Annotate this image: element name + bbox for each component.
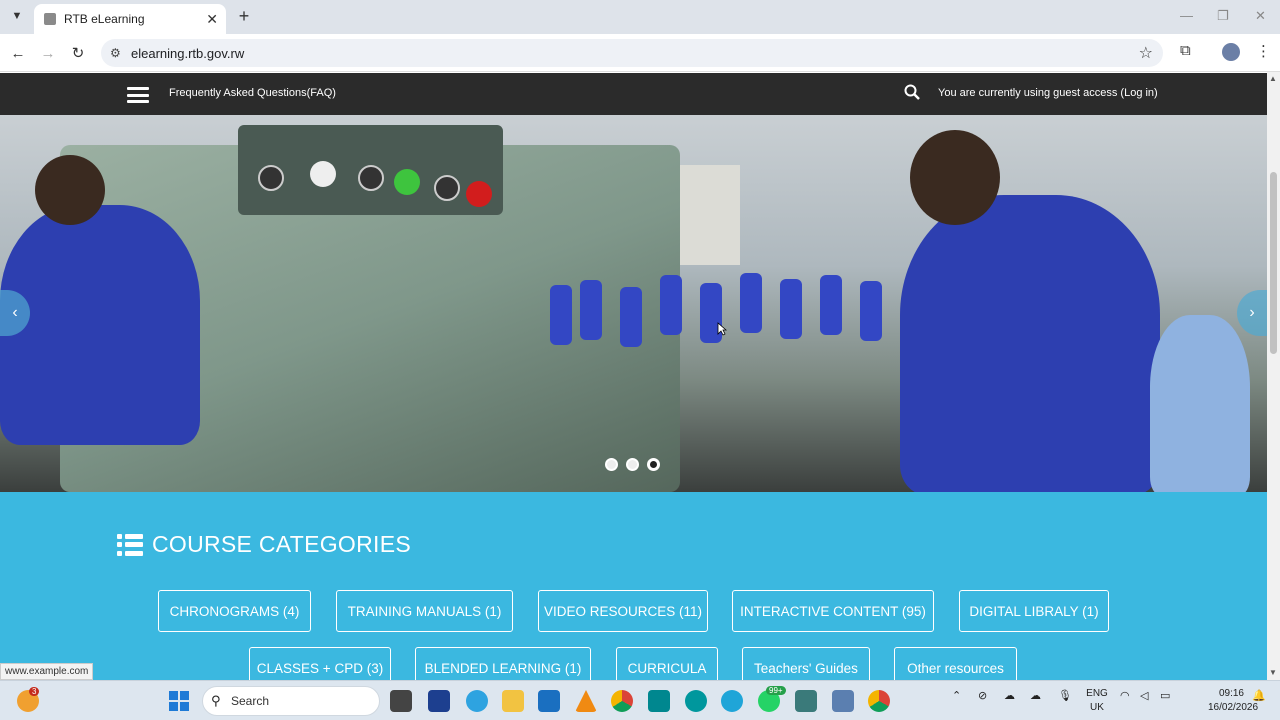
chrome-icon[interactable]: [611, 690, 633, 712]
edge-icon[interactable]: [466, 690, 488, 712]
instructor-image: [1150, 315, 1250, 492]
notification-badge: 3: [29, 687, 40, 696]
region-code: UK: [1090, 702, 1104, 713]
browser-toolbar: ← → ↻ ⚙ elearning.rtb.gov.rw ☆ ⧉ ⋮: [0, 34, 1280, 72]
site-info-icon[interactable]: ⚙: [110, 46, 121, 60]
system-clock[interactable]: 09:16 16/02/2026: [1208, 687, 1259, 715]
category-button-training-manuals[interactable]: TRAINING MANUALS (1): [336, 590, 513, 632]
address-bar[interactable]: ⚙ elearning.rtb.gov.rw ☆: [101, 39, 1163, 67]
outlook-icon[interactable]: [538, 690, 560, 712]
carousel-next-icon[interactable]: ›: [1237, 290, 1267, 336]
category-button-classes-cpd[interactable]: CLASSES + CPD (3): [249, 647, 391, 680]
category-button-curricula[interactable]: CURRICULA: [616, 647, 718, 680]
vlc-icon[interactable]: [575, 690, 597, 712]
taskbar-search-label: Search: [231, 694, 270, 708]
search-icon: ⚲: [211, 693, 221, 708]
course-categories-heading: COURSE CATEGORIES: [117, 531, 411, 558]
windows-taskbar: 3 ⚲ Search 99+ ⌃ ⊘ ☁ ☁ 🎙 ENG UK ◠ ◁ ▭ 09…: [0, 680, 1280, 720]
carousel-dot-2[interactable]: [626, 458, 639, 471]
clock-time: 09:16: [1218, 688, 1244, 699]
bookmark-star-icon[interactable]: ☆: [1139, 43, 1153, 63]
scroll-up-icon[interactable]: ▲: [1269, 74, 1277, 83]
profile-avatar[interactable]: [1222, 43, 1240, 61]
category-button-other-resources[interactable]: Other resources: [894, 647, 1017, 680]
search-icon[interactable]: [904, 84, 920, 105]
worker-right-image: [900, 195, 1160, 492]
onedrive-icon[interactable]: ☁: [1004, 689, 1015, 702]
language-indicator[interactable]: ENG UK: [1086, 687, 1108, 715]
eye-off-icon[interactable]: ⊘: [978, 689, 987, 702]
forward-icon[interactable]: →: [38, 43, 58, 63]
windows-start-icon[interactable]: [168, 690, 190, 712]
close-window-icon[interactable]: ✕: [1255, 8, 1266, 24]
taskbar-search-input[interactable]: ⚲ Search: [202, 686, 380, 716]
course-categories-section: COURSE CATEGORIES CHRONOGRAMS (4) TRAINI…: [0, 492, 1267, 680]
web-page: Frequently Asked Questions(FAQ) You are …: [0, 72, 1267, 680]
site-favicon-icon: [44, 13, 56, 25]
language-code: ENG: [1086, 688, 1108, 699]
remote-desktop-icon[interactable]: [795, 690, 817, 712]
whatsapp-badge: 99+: [766, 686, 786, 695]
reload-icon[interactable]: ↻: [68, 43, 88, 63]
carousel-dot-1[interactable]: [605, 458, 618, 471]
microphone-icon[interactable]: 🎙: [1058, 689, 1072, 702]
category-button-digital-library[interactable]: DIGITAL LIBRALY (1): [959, 590, 1109, 632]
clock-date: 16/02/2026: [1208, 702, 1259, 713]
tab-search-dropdown-icon[interactable]: ▼: [7, 6, 27, 26]
guest-access-login-link[interactable]: You are currently using guest access (Lo…: [938, 87, 1158, 99]
hero-carousel: ‹ ›: [0, 115, 1267, 492]
chrome-profile-icon[interactable]: [868, 690, 890, 712]
arduino-ide-icon[interactable]: [685, 690, 707, 712]
file-explorer-icon[interactable]: [502, 690, 524, 712]
worker-left-head: [35, 155, 105, 225]
extensions-icon[interactable]: ⧉: [1180, 42, 1191, 59]
new-tab-icon[interactable]: +: [234, 6, 254, 26]
minimize-icon[interactable]: —: [1180, 8, 1193, 23]
category-button-video-resources[interactable]: VIDEO RESOURCES (11): [538, 590, 708, 632]
battery-icon[interactable]: ▭: [1160, 689, 1170, 702]
category-button-teachers-guides[interactable]: Teachers' Guides: [742, 647, 870, 680]
browser-tab-active[interactable]: RTB eLearning ✕: [34, 4, 226, 34]
worker-left-image: [0, 205, 200, 445]
arduino-icon[interactable]: [648, 690, 670, 712]
status-bar-url: www.example.com: [0, 663, 94, 680]
tab-title: RTB eLearning: [64, 12, 145, 26]
faq-link[interactable]: Frequently Asked Questions(FAQ): [169, 87, 336, 99]
browser-menu-icon[interactable]: ⋮: [1256, 42, 1271, 60]
task-view-icon[interactable]: [390, 690, 412, 712]
category-button-blended-learning[interactable]: BLENDED LEARNING (1): [415, 647, 591, 680]
notification-bell-icon[interactable]: 🔔: [1252, 689, 1266, 702]
carousel-indicators: [605, 458, 660, 471]
course-categories-title: COURSE CATEGORIES: [152, 531, 411, 557]
back-icon[interactable]: ←: [8, 43, 28, 63]
worker-right-head: [910, 130, 1000, 225]
category-button-chronograms[interactable]: CHRONOGRAMS (4): [158, 590, 311, 632]
show-hidden-icons-icon[interactable]: ⌃: [952, 689, 961, 702]
list-icon: [117, 533, 143, 556]
site-navbar: Frequently Asked Questions(FAQ) You are …: [0, 73, 1267, 115]
edge-dev-icon[interactable]: [721, 690, 743, 712]
close-tab-icon[interactable]: ✕: [206, 11, 218, 28]
scroll-down-icon[interactable]: ▼: [1269, 668, 1277, 677]
volume-icon[interactable]: ◁: [1140, 689, 1148, 702]
maximize-icon[interactable]: ❐: [1217, 8, 1229, 24]
carousel-dot-3[interactable]: [647, 458, 660, 471]
category-button-interactive-content[interactable]: INTERACTIVE CONTENT (95): [732, 590, 934, 632]
url-text: elearning.rtb.gov.rw: [131, 45, 245, 61]
machine-control-panel: [238, 125, 503, 215]
store-icon[interactable]: [428, 690, 450, 712]
page-scrollbar[interactable]: ▲ ▼: [1267, 72, 1280, 680]
snipping-tool-icon[interactable]: [832, 690, 854, 712]
scrollbar-thumb[interactable]: [1270, 172, 1277, 354]
wifi-icon[interactable]: ◠: [1120, 689, 1130, 702]
mouse-cursor-icon: [717, 322, 727, 336]
onedrive-business-icon[interactable]: ☁: [1030, 689, 1041, 702]
hamburger-menu-icon[interactable]: [127, 87, 149, 103]
browser-tab-strip: ▼ RTB eLearning ✕ + — ❐ ✕: [0, 0, 1280, 34]
